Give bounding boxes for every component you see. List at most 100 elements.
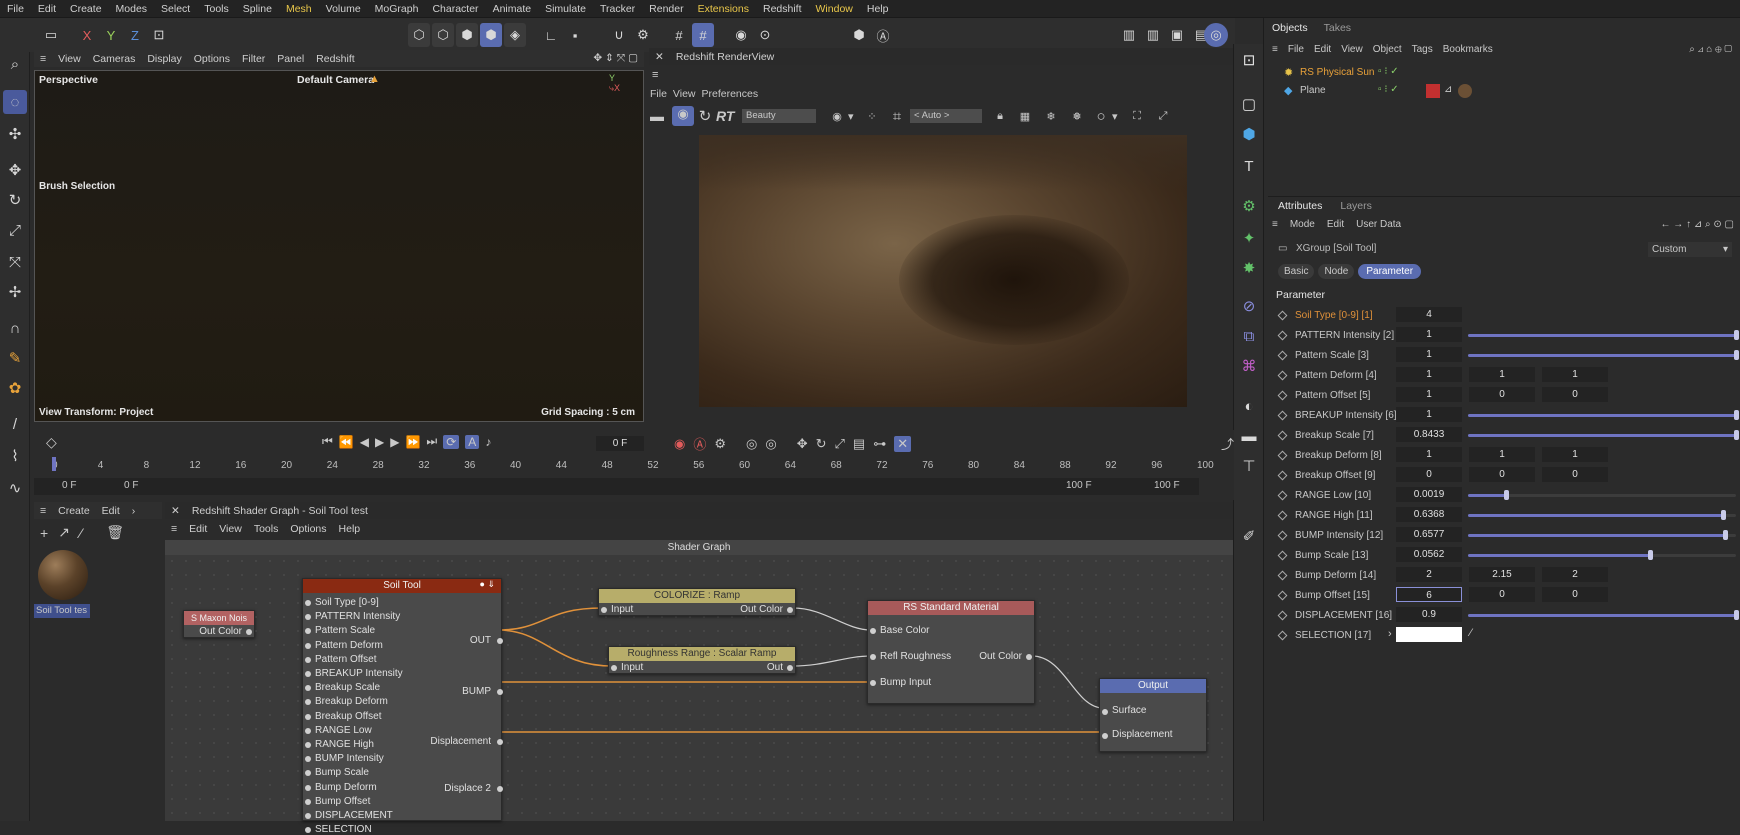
obj-menu-view[interactable]: View	[1341, 44, 1363, 55]
sg-menu-help[interactable]: Help	[333, 523, 367, 535]
parameter-value-field[interactable]: 0	[1469, 467, 1535, 482]
magnet-tool-icon[interactable]: ∩	[3, 316, 27, 340]
parameter-value-field[interactable]: 1	[1542, 447, 1608, 462]
menu-edit[interactable]: Edit	[31, 0, 63, 18]
parameter-value-field[interactable]: 0.6577	[1396, 527, 1462, 542]
attr-nav-icons[interactable]: ← → ↑ ⊿ ⌕ ⊙ ▢	[1661, 219, 1734, 230]
sg-menu-tools[interactable]: Tools	[248, 523, 285, 535]
parameter-value-field[interactable]: 1	[1396, 327, 1462, 342]
light-icon[interactable]: ⊤	[1237, 454, 1261, 478]
circle-icon[interactable]: ○	[1090, 108, 1112, 125]
obj-menu-object[interactable]: Object	[1373, 44, 1402, 55]
clapper-play-icon[interactable]: ▥	[1142, 23, 1164, 47]
slider-track[interactable]	[1505, 494, 1736, 497]
keyframe-diamond-icon[interactable]	[1277, 510, 1288, 520]
tab-layers[interactable]: Layers	[1340, 200, 1372, 212]
renderview-menu-view[interactable]: View	[673, 88, 702, 100]
y-axis-toggle[interactable]: Y	[100, 23, 122, 47]
material-menu-create[interactable]: Create	[52, 505, 96, 517]
parameter-value-field[interactable]: 6	[1396, 587, 1462, 602]
camera-object-icon[interactable]: ▬	[1237, 424, 1261, 448]
rotate-icon[interactable]: ↻	[3, 188, 27, 212]
snap-tweak-icon[interactable]: ▪	[564, 23, 586, 47]
parameter-value-field[interactable]: 0.9	[1396, 607, 1462, 622]
keyframe-diamond-icon[interactable]	[1277, 310, 1288, 320]
refresh-icon[interactable]: ↻	[694, 107, 716, 125]
effector-icon[interactable]: ✸	[1237, 256, 1261, 280]
generator-icon[interactable]: ⚙	[1237, 194, 1261, 218]
perspective-viewport[interactable]: Perspective Default Camera ▲ Y ⤷X Brush S…	[34, 70, 644, 422]
soil-bump-port[interactable]	[497, 689, 503, 695]
parameter-value-field[interactable]: 1	[1396, 407, 1462, 422]
keyframe-diamond-icon[interactable]	[1277, 570, 1288, 580]
menu-mesh[interactable]: Mesh	[279, 0, 319, 18]
workplane-icon[interactable]: ⚙	[632, 23, 654, 47]
menu-select[interactable]: Select	[154, 0, 197, 18]
auto-dropdown[interactable]: < Auto >	[910, 109, 982, 123]
base-color-port[interactable]	[870, 628, 876, 634]
preset-dropdown[interactable]: Custom ▾	[1648, 242, 1732, 257]
roughness-in-port[interactable]	[611, 665, 617, 671]
grid-icon[interactable]: #	[668, 23, 690, 47]
cloner-icon[interactable]: ✦	[1237, 226, 1261, 250]
menu-mograph[interactable]: MoGraph	[368, 0, 426, 18]
spline-pen-icon[interactable]: ∿	[3, 476, 27, 500]
parameter-value-field[interactable]: 1	[1542, 367, 1608, 382]
soil-input-port[interactable]	[305, 727, 311, 734]
parameter-value-field[interactable]: 2.15	[1469, 567, 1535, 582]
node-collapse-icon[interactable]: ● ⇓	[480, 579, 495, 590]
parameter-slider[interactable]	[1468, 354, 1736, 357]
slider-handle[interactable]	[1720, 510, 1726, 520]
material-thumbnail[interactable]	[38, 550, 88, 600]
close-icon[interactable]: ✕	[649, 51, 670, 63]
parameter-slider[interactable]	[1468, 534, 1726, 537]
parameter-value-field[interactable]: 1	[1469, 447, 1535, 462]
obj-menu-bookmarks[interactable]: Bookmarks	[1443, 44, 1493, 55]
parameter-value-field[interactable]: 1	[1469, 367, 1535, 382]
aov-dropdown[interactable]: Beauty	[742, 109, 816, 123]
chevron-down-icon[interactable]: ▾	[848, 110, 860, 123]
parameter-value-field[interactable]: 0	[1396, 467, 1462, 482]
uv-mode-icon[interactable]: ◈	[504, 23, 526, 47]
texture-tag-icon[interactable]	[1458, 84, 1472, 98]
menu-create[interactable]: Create	[63, 0, 109, 18]
viewport-menu-display[interactable]: Display	[141, 53, 187, 65]
parameter-value-field[interactable]: 1	[1396, 367, 1462, 382]
viewport-menu-options[interactable]: Options	[188, 53, 236, 65]
viewport-menu-filter[interactable]: Filter	[236, 53, 271, 65]
eyedropper-icon[interactable]: ⁄	[1470, 627, 1472, 639]
start-render-icon[interactable]: ◉	[672, 106, 694, 126]
soil-input-port[interactable]	[305, 784, 311, 791]
viewport-menu-view[interactable]: View	[52, 53, 87, 65]
roughness-range-node[interactable]: Roughness Range : Scalar Ramp Input Out	[608, 646, 796, 674]
brush-icon[interactable]: ✎	[3, 346, 27, 370]
close-icon[interactable]: ✕	[165, 505, 186, 517]
hexagon-icon[interactable]: ⬢	[848, 23, 870, 47]
keyframe-diamond-icon[interactable]	[1277, 490, 1288, 500]
soil-input-port[interactable]	[305, 614, 311, 621]
soil-input-port[interactable]	[305, 713, 311, 720]
expand-icon[interactable]: ⤢	[1150, 110, 1176, 123]
range-bar[interactable]: 0 F 0 F 100 F 100 F	[34, 478, 1199, 495]
soil-input-port[interactable]	[305, 756, 311, 763]
move-icon[interactable]: ✥	[3, 158, 27, 182]
attr-menu-mode[interactable]: Mode	[1290, 219, 1315, 230]
soil-input-port[interactable]	[305, 642, 311, 649]
soil-out-port[interactable]	[497, 638, 503, 644]
keyframe-diamond-icon[interactable]	[1277, 630, 1288, 640]
object-row-sun[interactable]: ✹ RS Physical Sun ▫ ⁝ ✓	[1268, 64, 1740, 82]
obj-menu-file[interactable]: File	[1288, 44, 1304, 55]
z-axis-toggle[interactable]: Z	[124, 23, 146, 47]
paint-icon[interactable]: ✿	[3, 376, 27, 400]
obj-menu-edit[interactable]: Edit	[1314, 44, 1331, 55]
menu-file[interactable]: File	[0, 0, 31, 18]
volume-icon[interactable]: ⧉	[1237, 324, 1261, 348]
parameter-slider[interactable]	[1468, 614, 1736, 617]
hamburger-icon[interactable]: ≡	[34, 505, 52, 517]
hamburger-icon[interactable]: ≡	[165, 523, 183, 535]
keyframe-diamond-icon[interactable]	[1277, 430, 1288, 440]
parameter-slider[interactable]	[1468, 494, 1506, 497]
menu-window[interactable]: Window	[809, 0, 860, 18]
menu-modes[interactable]: Modes	[109, 0, 155, 18]
selection-filter-icon[interactable]: ✣	[3, 122, 27, 146]
